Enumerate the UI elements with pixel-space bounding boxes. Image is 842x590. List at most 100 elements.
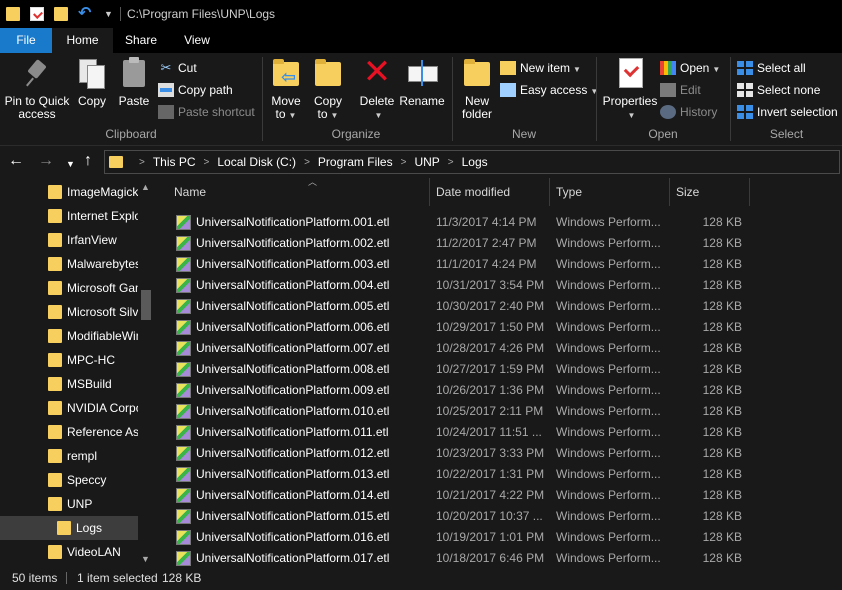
chevron-right-icon[interactable]: > [401, 157, 407, 168]
file-row[interactable]: UniversalNotificationPlatform.010.etl 10/… [172, 401, 752, 422]
rename-icon [407, 57, 438, 89]
nav-item[interactable]: Reference Assemblies [0, 420, 138, 444]
nav-item[interactable]: NVIDIA Corporation [0, 396, 138, 420]
file-row[interactable]: UniversalNotificationPlatform.013.etl 10/… [172, 464, 752, 485]
properties-button[interactable]: Properties ▼ [601, 57, 659, 122]
recent-locations-icon[interactable]: ▼ [66, 155, 75, 173]
new-folder-icon[interactable] [54, 7, 68, 21]
nav-item[interactable]: MSBuild [0, 372, 138, 396]
nav-item[interactable]: ImageMagick [0, 180, 138, 204]
new-folder-icon [462, 57, 492, 89]
nav-item-label: Microsoft Games [67, 281, 138, 295]
chevron-right-icon[interactable]: > [139, 157, 145, 168]
breadcrumb-logs[interactable]: Logs [462, 155, 488, 169]
copy-path-button[interactable]: Copy path [158, 80, 233, 100]
move-to-button[interactable]: ⇦ Move to ▼ [267, 57, 305, 122]
nav-item-label: IrfanView [67, 233, 117, 247]
file-row[interactable]: UniversalNotificationPlatform.004.etl 10/… [172, 275, 752, 296]
cut-button[interactable]: ✂ Cut [158, 58, 197, 78]
file-row[interactable]: UniversalNotificationPlatform.002.etl 11/… [172, 233, 752, 254]
file-row[interactable]: UniversalNotificationPlatform.009.etl 10/… [172, 380, 752, 401]
column-header-date[interactable]: Date modified [430, 178, 550, 206]
nav-item[interactable]: ModifiableWindowsApps [0, 324, 138, 348]
etl-file-icon [176, 467, 191, 482]
file-row[interactable]: UniversalNotificationPlatform.014.etl 10/… [172, 485, 752, 506]
nav-item[interactable]: Microsoft Silverlight [0, 300, 138, 324]
nav-item[interactable]: Internet Explorer [0, 204, 138, 228]
rename-button[interactable]: Rename [399, 57, 445, 108]
nav-item-label: Speccy [67, 473, 107, 487]
delete-button[interactable]: ✕ Delete ▼ [357, 55, 397, 122]
column-header-size[interactable]: Size [670, 178, 750, 206]
select-none-button[interactable]: Select none [737, 80, 820, 100]
nav-item[interactable]: Microsoft Games [0, 276, 138, 300]
nav-pane-scrollbar[interactable]: ▲ ▼ [138, 178, 154, 566]
edit-button[interactable]: Edit [660, 80, 701, 100]
tab-view[interactable]: View [169, 28, 225, 53]
scroll-down-icon[interactable]: ▼ [141, 554, 150, 564]
breadcrumb-this-pc[interactable]: This PC [153, 155, 196, 169]
chevron-right-icon[interactable]: > [448, 157, 454, 168]
file-row[interactable]: UniversalNotificationPlatform.006.etl 10/… [172, 317, 752, 338]
chevron-right-icon[interactable]: > [304, 157, 310, 168]
up-arrow-icon[interactable]: ↑ [84, 152, 92, 170]
tab-home[interactable]: Home [52, 28, 113, 53]
nav-item[interactable]: Speccy [0, 468, 138, 492]
copy-button[interactable]: Copy [74, 57, 110, 108]
breadcrumb-local-disk[interactable]: Local Disk (C:) [217, 155, 296, 169]
history-button[interactable]: History [660, 102, 717, 122]
undo-icon[interactable]: ↶ [78, 6, 94, 22]
nav-item[interactable]: UNP [0, 492, 138, 516]
etl-file-icon [176, 446, 191, 461]
file-row[interactable]: UniversalNotificationPlatform.017.etl 10/… [172, 548, 752, 566]
properties-icon[interactable] [30, 7, 44, 21]
folder-icon [6, 7, 20, 21]
nav-item[interactable]: VideoLAN [0, 540, 138, 564]
open-button[interactable]: Open ▼ [660, 58, 720, 78]
copy-to-button[interactable]: Copy to ▼ [309, 57, 347, 122]
file-row[interactable]: UniversalNotificationPlatform.015.etl 10/… [172, 506, 752, 527]
nav-item[interactable]: rempl [0, 444, 138, 468]
scroll-up-icon[interactable]: ▲ [141, 182, 150, 192]
copy-path-icon [158, 83, 174, 97]
column-header-name[interactable]: ︿ Name [168, 178, 430, 206]
column-header-type[interactable]: Type [550, 178, 670, 206]
nav-item-selected[interactable]: Logs [0, 516, 138, 540]
breadcrumb-program-files[interactable]: Program Files [318, 155, 393, 169]
paste-shortcut-button[interactable]: Paste shortcut [158, 102, 255, 122]
tab-share[interactable]: Share [113, 28, 169, 53]
file-row[interactable]: UniversalNotificationPlatform.016.etl 10/… [172, 527, 752, 548]
ribbon-tabs: File Home Share View [0, 28, 842, 53]
file-row[interactable]: UniversalNotificationPlatform.005.etl 10/… [172, 296, 752, 317]
file-row[interactable]: UniversalNotificationPlatform.008.etl 10/… [172, 359, 752, 380]
back-arrow-icon[interactable]: ← [8, 152, 24, 170]
file-date: 11/2/2017 2:47 PM [436, 236, 537, 250]
customize-toolbar-icon[interactable]: ▼ [104, 9, 114, 19]
tab-file[interactable]: File [0, 28, 52, 53]
easy-access-button[interactable]: Easy access ▼ [500, 80, 598, 100]
forward-arrow-icon[interactable]: → [38, 152, 54, 170]
history-icon [660, 105, 676, 119]
file-row[interactable]: UniversalNotificationPlatform.003.etl 11/… [172, 254, 752, 275]
pin-to-quick-access-button[interactable]: Pin to Quick access [4, 57, 70, 121]
navigation-pane: ImageMagick Internet Explorer IrfanView … [0, 178, 154, 566]
nav-item[interactable]: IrfanView [0, 228, 138, 252]
select-all-button[interactable]: Select all [737, 58, 806, 78]
breadcrumb-unp[interactable]: UNP [414, 155, 439, 169]
invert-selection-button[interactable]: Invert selection [737, 102, 838, 122]
file-row[interactable]: UniversalNotificationPlatform.001.etl 11/… [172, 212, 752, 233]
nav-item[interactable]: Malwarebytes [0, 252, 138, 276]
paste-button[interactable]: Paste [116, 57, 152, 108]
file-date: 10/22/2017 1:31 PM [436, 467, 545, 481]
new-folder-button[interactable]: New folder [457, 57, 497, 121]
address-bar[interactable]: > This PC > Local Disk (C:) > Program Fi… [104, 150, 840, 174]
scrollbar-thumb[interactable] [141, 290, 151, 320]
nav-item[interactable]: MPC-HC [0, 348, 138, 372]
file-row[interactable]: UniversalNotificationPlatform.011.etl 10/… [172, 422, 752, 443]
file-row[interactable]: UniversalNotificationPlatform.007.etl 10/… [172, 338, 752, 359]
open-group-label: Open [648, 127, 678, 141]
chevron-right-icon[interactable]: > [204, 157, 210, 168]
new-item-button[interactable]: New item ▼ [500, 58, 581, 78]
file-date: 10/27/2017 1:59 PM [436, 362, 545, 376]
file-row[interactable]: UniversalNotificationPlatform.012.etl 10/… [172, 443, 752, 464]
